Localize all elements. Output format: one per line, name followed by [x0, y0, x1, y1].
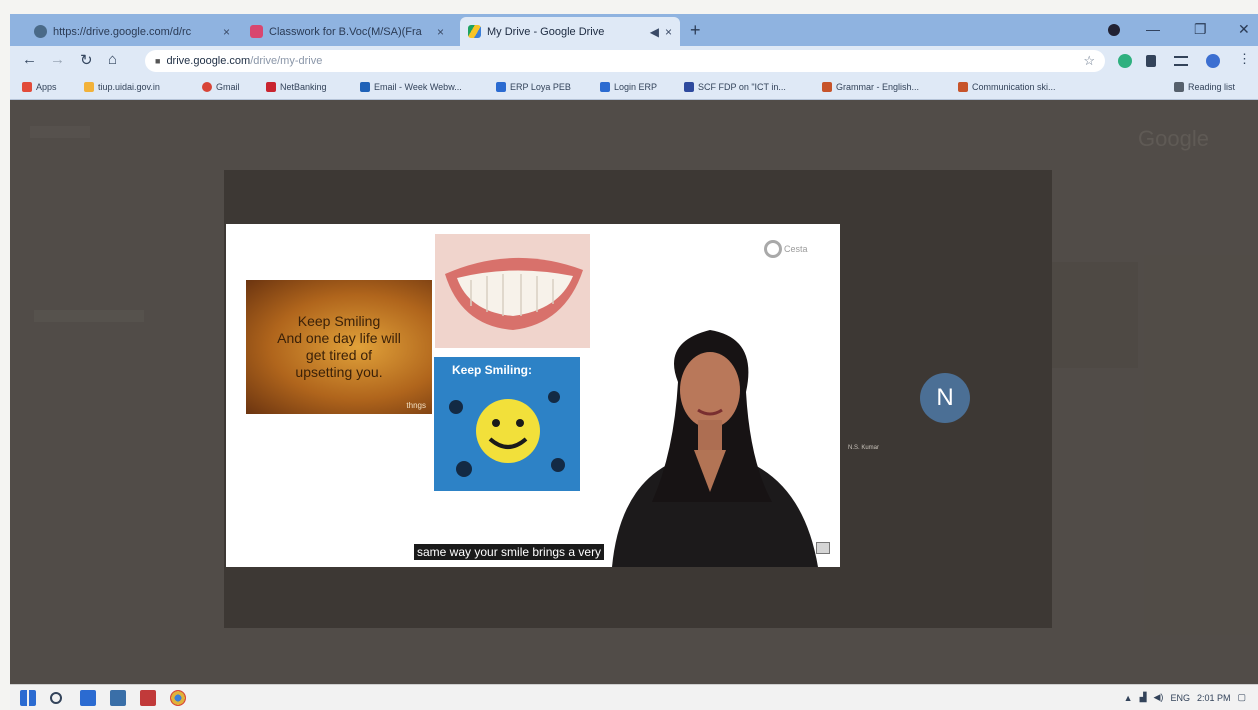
google-icon	[202, 82, 212, 92]
smiley-caption: Keep Smiling:	[452, 363, 533, 377]
close-icon[interactable]: ×	[437, 25, 444, 39]
quote-text: Keep Smiling And one day life will get t…	[271, 313, 407, 380]
profile-icon[interactable]	[1108, 24, 1120, 36]
close-window-button[interactable]: ✕	[1238, 21, 1250, 38]
account-icon[interactable]	[1206, 54, 1220, 68]
url-path: /drive/my-drive	[250, 55, 323, 67]
reload-button[interactable]: ↻	[80, 51, 93, 69]
outlook-icon	[360, 82, 370, 92]
document-icon	[684, 82, 694, 92]
browser-tab-strip: https://drive.google.com/d/rc × Classwor…	[10, 14, 1258, 46]
reading-list-icon	[1174, 82, 1184, 92]
bookmark-uidai[interactable]: tiup.uidai.gov.in	[84, 82, 160, 92]
thumbnail-preview	[1052, 262, 1138, 368]
forward-button[interactable]: →	[50, 51, 65, 68]
language-indicator[interactable]: ENG	[1170, 693, 1190, 703]
bookmark-gmail[interactable]: Gmail	[202, 82, 240, 92]
bookmark-email[interactable]: Email - Week Webw...	[360, 82, 462, 92]
tab-classwork[interactable]: Classwork for B.Voc(M/SA)(Fra ×	[242, 17, 452, 46]
bookmark-login-erp[interactable]: Login ERP	[600, 82, 657, 92]
chevron-up-icon[interactable]: ▲	[1124, 693, 1133, 703]
bookmark-netbanking[interactable]: NetBanking	[266, 82, 327, 92]
keep-smiling-smiley-image: Keep Smiling:	[434, 357, 580, 491]
bookmark-grammar[interactable]: Grammar - English...	[822, 82, 919, 92]
browser-toolbar: ← → ↻ ⌂ ■ drive.google.com /drive/my-dri…	[10, 46, 1258, 76]
notification-icon[interactable]: ▢	[1237, 692, 1246, 703]
tab-my-drive[interactable]: My Drive - Google Drive ◀ ×	[460, 17, 680, 46]
google-drive-icon	[468, 25, 481, 38]
star-icon[interactable]: ☆	[1083, 53, 1095, 69]
brand-watermark: Cesta	[764, 240, 808, 258]
udemy-icon	[958, 82, 968, 92]
audio-icon[interactable]: ◀	[650, 25, 659, 39]
media-icon[interactable]	[1174, 56, 1188, 66]
brand-logo-icon	[764, 240, 782, 258]
system-tray: ▲ ▟ ◀) ENG 2:01 PM ▢	[1124, 692, 1246, 703]
participant-avatar[interactable]: N	[920, 373, 970, 423]
volume-icon[interactable]: ◀)	[1154, 692, 1164, 703]
close-icon[interactable]: ×	[223, 25, 230, 39]
puzzle-icon[interactable]	[1146, 55, 1156, 67]
bookmark-erp-loya[interactable]: ERP Loya PEB	[496, 82, 571, 92]
smiley-illustration	[434, 357, 580, 491]
erp-icon	[600, 82, 610, 92]
windows-start-icon[interactable]	[20, 690, 36, 706]
url-host: drive.google.com	[166, 55, 251, 67]
tab-drive-link[interactable]: https://drive.google.com/d/rc ×	[26, 17, 238, 46]
minimize-button[interactable]: —	[1146, 21, 1160, 37]
menu-icon[interactable]: ⋮	[1238, 51, 1251, 67]
apps-icon	[22, 82, 32, 92]
home-button[interactable]: ⌂	[108, 51, 117, 68]
keep-smiling-quote-image: Keep Smiling And one day life will get t…	[246, 280, 432, 414]
bookmarks-bar: Apps tiup.uidai.gov.in Gmail NetBanking …	[10, 76, 1258, 100]
smile-teeth-image	[435, 234, 590, 348]
media-app-icon[interactable]	[140, 690, 156, 706]
close-icon[interactable]: ×	[665, 25, 672, 39]
classroom-icon	[250, 25, 263, 38]
lock-icon: ■	[155, 56, 161, 66]
address-bar[interactable]: ■ drive.google.com /drive/my-drive ☆	[145, 50, 1105, 72]
participant-name: N.S. Kumar	[848, 445, 880, 451]
uidai-icon	[84, 82, 94, 92]
image-credit: thngs	[406, 401, 426, 410]
mail-icon[interactable]	[80, 690, 96, 706]
network-icon[interactable]: ▟	[1140, 692, 1147, 703]
presenter-figure	[612, 330, 818, 567]
new-tab-button[interactable]: +	[690, 20, 701, 41]
bank-icon	[266, 82, 276, 92]
restore-button[interactable]: ❐	[1194, 21, 1207, 38]
globe-icon	[34, 25, 47, 38]
windows-taskbar: ▲ ▟ ◀) ENG 2:01 PM ▢	[10, 684, 1258, 710]
bookmark-communication[interactable]: Communication ski...	[958, 82, 1056, 92]
google-logo-text: Google	[1138, 126, 1209, 151]
file-explorer-icon[interactable]	[110, 690, 126, 706]
bookmark-apps[interactable]: Apps	[22, 82, 57, 92]
desktop-screen: https://drive.google.com/d/rc × Classwor…	[0, 0, 1258, 710]
extension-icon[interactable]	[1118, 54, 1132, 68]
quote-line: Keep Smiling And one day life will get t…	[277, 313, 401, 380]
clock[interactable]: 2:01 PM	[1197, 693, 1231, 703]
back-button[interactable]: ←	[22, 51, 37, 68]
bookmark-reading-list[interactable]: Reading list	[1174, 82, 1235, 92]
udemy-icon	[822, 82, 832, 92]
search-icon[interactable]	[50, 692, 62, 704]
caption-toggle-icon[interactable]	[816, 542, 830, 554]
bookmark-scf-fdp[interactable]: SCF FDP on "ICT in...	[684, 82, 786, 92]
teeth-illustration	[435, 234, 590, 348]
video-subtitle: same way your smile brings a very	[414, 544, 605, 560]
chrome-icon[interactable]	[170, 690, 186, 706]
erp-icon	[496, 82, 506, 92]
video-frame[interactable]: Keep Smiling And one day life will get t…	[226, 224, 840, 567]
